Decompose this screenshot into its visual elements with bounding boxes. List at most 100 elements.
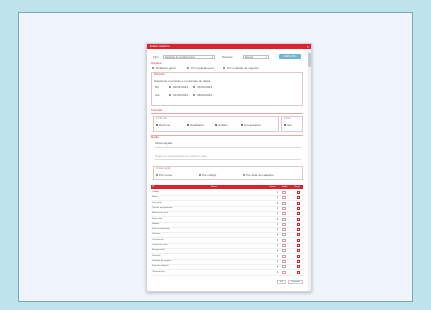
row-required-check[interactable] xyxy=(297,217,300,221)
radio-general[interactable] xyxy=(152,67,154,69)
check-chart[interactable] xyxy=(215,124,217,126)
row-field-name: Unidade de negócio xyxy=(152,259,172,262)
row-show-select[interactable] xyxy=(282,259,286,263)
check-summary[interactable] xyxy=(156,124,158,126)
row-required-check[interactable] xyxy=(297,270,300,274)
row-show-select[interactable] xyxy=(282,191,286,194)
total-title: Total xyxy=(284,116,291,120)
date-to-radio-b[interactable] xyxy=(193,94,195,96)
row-required-check[interactable] xyxy=(297,233,300,237)
period-subheading: Período xyxy=(154,72,165,76)
row-show-select[interactable] xyxy=(282,222,286,226)
sort-radio-name-label: Por nome xyxy=(159,173,173,177)
row-order-marker: ▾ xyxy=(277,222,279,226)
check-compare-label: Comparativo xyxy=(244,123,262,127)
check-summary-label: Resumo xyxy=(159,123,171,127)
check-compare[interactable] xyxy=(241,124,243,126)
sort-box xyxy=(153,166,303,180)
row-order-marker: ▾ xyxy=(277,212,279,216)
sort-radio-code[interactable] xyxy=(199,174,201,176)
scrollbar-thumb[interactable] xyxy=(308,53,311,67)
row-required-check[interactable] xyxy=(297,196,300,200)
row-show-select[interactable] xyxy=(282,217,286,221)
radio-by-unit-label: Por unidade de negócio xyxy=(227,66,259,70)
check-detailed[interactable] xyxy=(187,124,189,126)
period-range-text: Selecione o período e o intervalo de dat… xyxy=(154,79,211,83)
row-show-select[interactable] xyxy=(282,254,286,258)
row-show-select[interactable] xyxy=(282,244,286,247)
chevron-down-icon: ▾ xyxy=(211,56,213,59)
row-required-check[interactable] xyxy=(297,222,300,226)
row-order-marker: ▾ xyxy=(277,196,279,200)
radio-by-unit[interactable] xyxy=(223,67,225,69)
check-total-label: Sim xyxy=(287,123,293,127)
row-field-name: Responsável xyxy=(152,249,165,252)
row-required-check[interactable] xyxy=(297,206,300,210)
row-show-select[interactable] xyxy=(282,196,286,200)
row-order-marker: ▾ xyxy=(277,259,279,263)
row-field-name: Localização xyxy=(152,238,164,241)
row-required-check[interactable] xyxy=(297,254,300,258)
sort-radio-name[interactable] xyxy=(156,174,158,176)
apply-filter-button[interactable]: Aplicar filtro xyxy=(279,54,301,59)
row-required-check[interactable] xyxy=(297,228,300,232)
period-select[interactable]: Mensal ▾ xyxy=(243,55,269,59)
date-from-radio-a[interactable] xyxy=(169,86,171,88)
row-show-select[interactable] xyxy=(282,265,286,269)
type-label: Tipo xyxy=(153,55,159,59)
row-show-select[interactable] xyxy=(282,270,286,274)
row-required-check[interactable] xyxy=(297,238,300,242)
row-order-marker: ▾ xyxy=(277,233,279,237)
sort-radio-date-label: Por data de cadastro xyxy=(246,173,274,177)
row-order-marker: ▾ xyxy=(277,244,279,247)
scrollbar[interactable] xyxy=(308,49,311,291)
row-order-marker: ▾ xyxy=(277,217,279,221)
grid-col-num: Nº xyxy=(152,186,155,188)
check-detailed-label: Detalhado xyxy=(190,123,204,127)
row-order-marker: ▾ xyxy=(277,265,279,269)
notes-input[interactable] xyxy=(155,147,301,148)
row-order-marker: ▾ xyxy=(277,238,279,242)
row-order-marker: ▾ xyxy=(277,206,279,210)
type-select[interactable]: Relatório de equipamentos ▾ xyxy=(163,55,215,59)
options-heading: Opções xyxy=(151,61,162,65)
cancel-button[interactable]: Cancelar xyxy=(288,280,303,284)
row-show-select[interactable] xyxy=(282,238,286,242)
date-to-radio-a[interactable] xyxy=(169,94,171,96)
row-required-check[interactable] xyxy=(297,244,300,247)
row-show-select[interactable] xyxy=(282,228,286,232)
dialog-titlebar: Editar relatório × xyxy=(147,44,311,49)
period-label: Período xyxy=(222,55,233,59)
format-heading: Formato xyxy=(151,108,163,112)
row-field-name: Garantia xyxy=(152,233,161,236)
row-show-select[interactable] xyxy=(282,206,286,210)
date-row-from-label: De xyxy=(155,85,159,89)
sort-radio-date[interactable] xyxy=(243,174,245,176)
row-required-check[interactable] xyxy=(297,191,300,194)
row-show-select[interactable] xyxy=(282,233,286,237)
row-show-select[interactable] xyxy=(282,249,286,253)
row-required-check[interactable] xyxy=(297,259,300,263)
row-required-check[interactable] xyxy=(297,201,300,205)
date-from-radio-b[interactable] xyxy=(193,86,195,88)
check-total[interactable] xyxy=(284,124,286,126)
row-field-name: Data de aquisição xyxy=(152,228,170,231)
row-show-select[interactable] xyxy=(282,212,286,216)
row-required-check[interactable] xyxy=(297,249,300,253)
row-required-check[interactable] xyxy=(297,265,300,269)
sort-radio-code-label: Por código xyxy=(202,173,217,177)
chevron-down-icon: ▾ xyxy=(265,56,267,59)
divider xyxy=(151,113,303,114)
grid-col-order: Ordem xyxy=(269,186,276,188)
row-show-select[interactable] xyxy=(282,201,286,205)
radio-by-equipment[interactable] xyxy=(187,67,189,69)
table-row[interactable]: Observações ▾ xyxy=(151,270,303,276)
row-field-name: Nome xyxy=(152,196,158,199)
notes-input-line[interactable] xyxy=(155,159,301,160)
row-order-marker: ▾ xyxy=(277,254,279,258)
date-from-a: 01/01/2024 xyxy=(173,85,189,89)
divider xyxy=(151,135,303,136)
row-required-check[interactable] xyxy=(297,212,300,216)
ok-button[interactable]: OK xyxy=(277,280,286,284)
row-order-marker: ▾ xyxy=(277,201,279,205)
